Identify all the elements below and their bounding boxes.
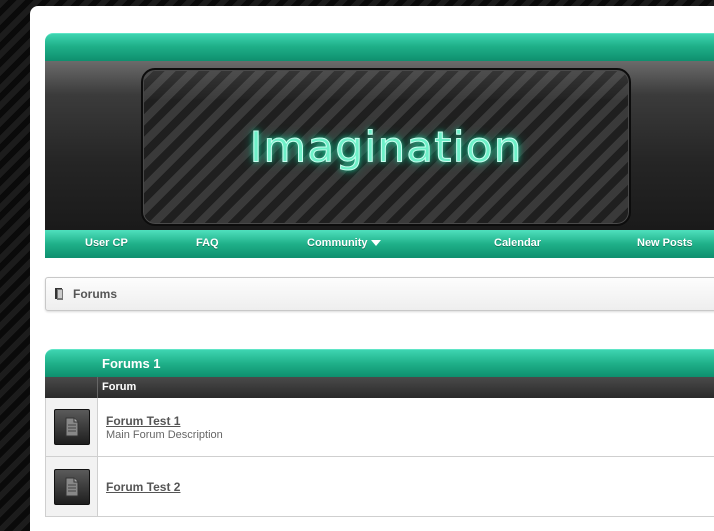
nav-community[interactable]: Community (307, 237, 381, 249)
forum-icon-cell (46, 457, 98, 516)
forum-icon-cell (46, 398, 98, 456)
column-header-forum: Forum (102, 381, 137, 393)
forum-category-block: Forums 1 Forum Forum Test 1 Main Forum D… (45, 349, 714, 517)
header-banner: Imagination (45, 61, 714, 230)
forum-info: Forum Test 2 (98, 457, 714, 516)
site-header: Imagination User CP FAQ Community Calend… (45, 33, 714, 261)
forum-info: Forum Test 1 Main Forum Description (98, 398, 714, 456)
document-icon (53, 409, 90, 445)
forum-row: Forum Test 2 (45, 457, 714, 517)
nav-community-label: Community (307, 237, 368, 249)
nav-faq[interactable]: FAQ (196, 237, 219, 249)
header-top-bar (45, 33, 714, 61)
nav-user-cp[interactable]: User CP (85, 237, 128, 249)
document-icon (53, 468, 90, 505)
nav-calendar[interactable]: Calendar (494, 237, 541, 249)
navbar: User CP FAQ Community Calendar New Posts (45, 230, 714, 258)
category-header: Forums 1 (45, 349, 714, 377)
forum-home-icon (55, 288, 63, 300)
forum-title-link[interactable]: Forum Test 1 (106, 414, 714, 428)
logo-text: Imagination (249, 122, 523, 172)
chevron-down-icon (370, 240, 381, 247)
column-header-icon-spacer (45, 377, 98, 398)
forum-title-link[interactable]: Forum Test 2 (106, 480, 714, 494)
site-logo[interactable]: Imagination (141, 68, 631, 226)
breadcrumb: Forums (45, 277, 714, 311)
breadcrumb-forums[interactable]: Forums (73, 287, 117, 301)
category-title[interactable]: Forums 1 (102, 356, 161, 371)
forum-description: Main Forum Description (106, 428, 223, 441)
nav-new-posts[interactable]: New Posts (637, 237, 693, 249)
forum-row: Forum Test 1 Main Forum Description (45, 398, 714, 457)
column-header: Forum (45, 377, 714, 398)
page-container: Imagination User CP FAQ Community Calend… (30, 6, 714, 531)
